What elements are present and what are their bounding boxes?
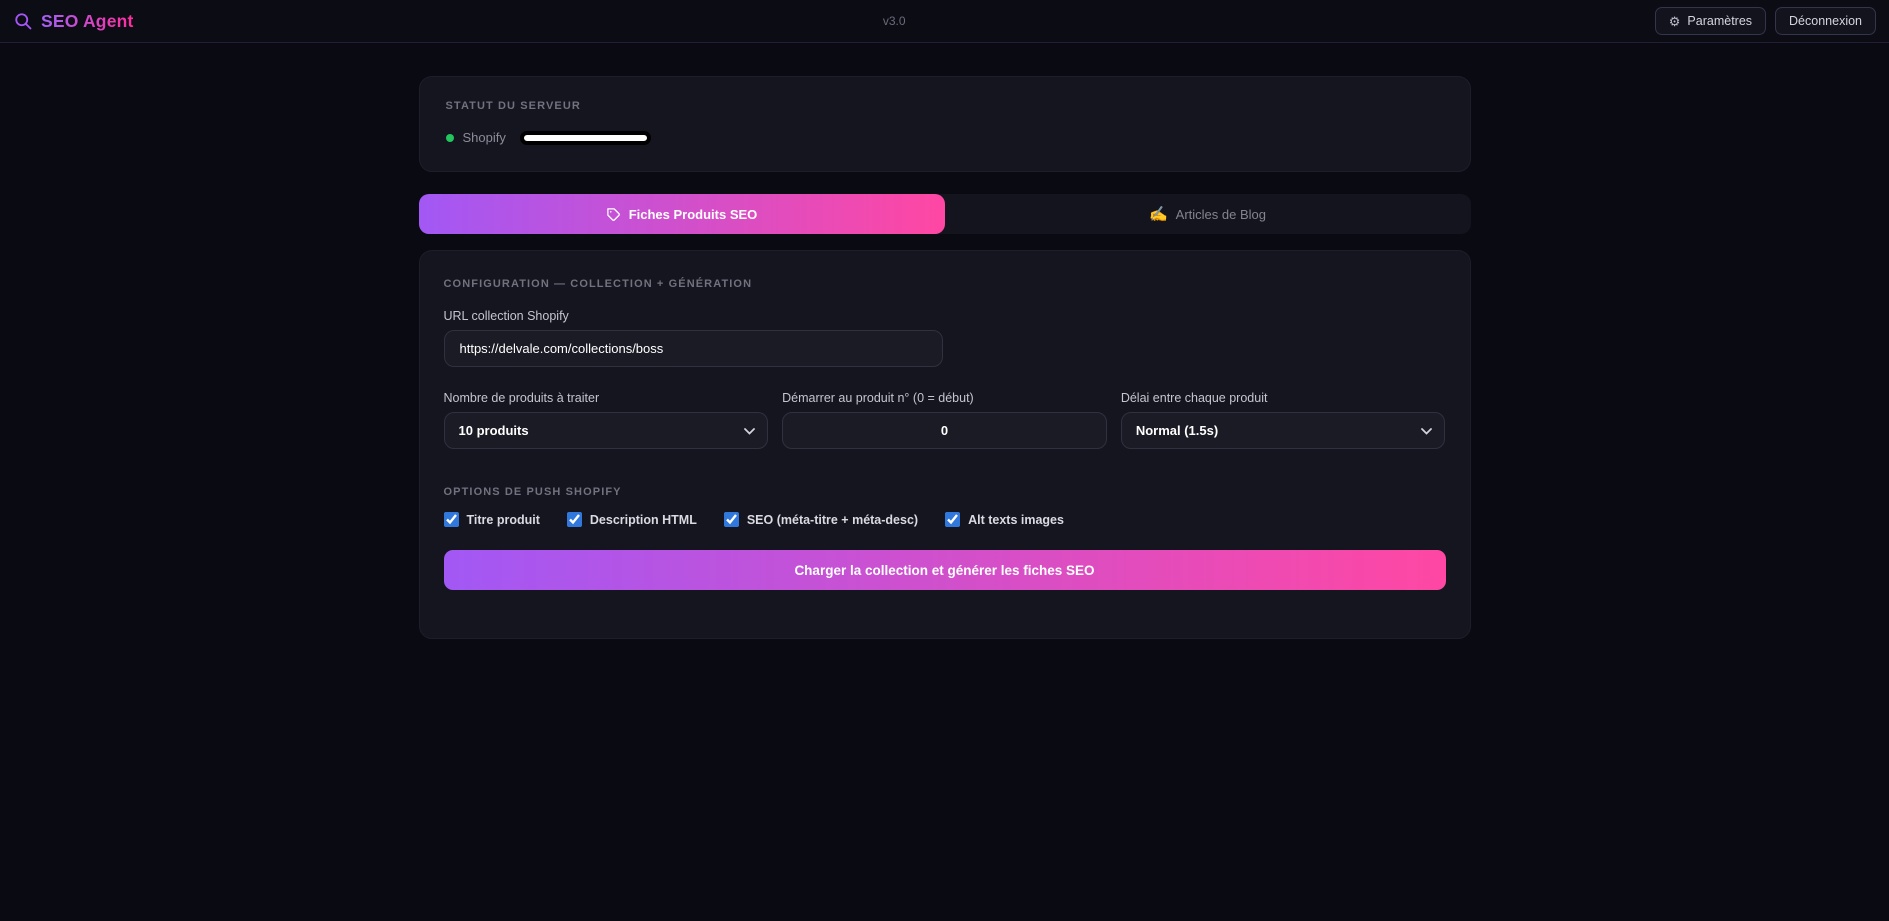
- option-description-html-checkbox[interactable]: [566, 512, 582, 527]
- logout-button[interactable]: Déconnexion: [1775, 7, 1876, 35]
- delay-label: Délai entre chaque produit: [1120, 391, 1268, 405]
- configuration-card: CONFIGURATION — COLLECTION + GÉNÉRATION …: [418, 250, 1471, 639]
- url-field-label: URL collection Shopify: [443, 309, 569, 323]
- push-options-heading: OPTIONS DE PUSH SHOPIFY: [443, 486, 622, 498]
- url-field-block: URL collection Shopify: [443, 309, 1446, 367]
- option-description-html[interactable]: Description HTML: [566, 512, 697, 527]
- gear-icon: ⚙: [1668, 13, 1681, 29]
- config-fields-row: Nombre de produits à traiter 10 produits…: [443, 391, 1446, 449]
- config-card-heading: CONFIGURATION — COLLECTION + GÉNÉRATION: [443, 278, 753, 290]
- start-index-input[interactable]: [782, 412, 1107, 449]
- shopify-status-row: Shopify: [445, 130, 1444, 145]
- logout-button-label: Déconnexion: [1789, 14, 1862, 28]
- settings-button-label: Paramètres: [1687, 14, 1753, 28]
- redacted-value: [519, 130, 651, 145]
- option-alt-texts[interactable]: Alt texts images: [945, 512, 1064, 527]
- option-titre-produit-label: Titre produit: [466, 512, 540, 527]
- option-titre-produit[interactable]: Titre produit: [443, 512, 540, 527]
- option-titre-produit-checkbox[interactable]: [443, 512, 459, 527]
- delay-field: Délai entre chaque produit Normal (1.5s): [1120, 391, 1446, 449]
- app-logo: SEO Agent: [13, 11, 134, 32]
- products-count-field: Nombre de produits à traiter 10 produits: [443, 391, 769, 449]
- settings-button[interactable]: ⚙ Paramètres: [1654, 7, 1767, 35]
- app-version: v3.0: [882, 14, 906, 28]
- topbar: SEO Agent v3.0 ⚙ Paramètres Déconnexion: [0, 0, 1889, 43]
- tab-products-label: Fiches Produits SEO: [628, 206, 758, 222]
- option-seo-meta-checkbox[interactable]: [723, 512, 739, 527]
- start-index-label: Démarrer au produit n° (0 = début): [782, 391, 974, 405]
- status-online-dot: [445, 133, 454, 142]
- tabbar: Fiches Produits SEO ✍ Articles de Blog: [418, 194, 1471, 234]
- app-title: SEO Agent: [41, 10, 134, 31]
- option-alt-texts-checkbox[interactable]: [945, 512, 961, 527]
- push-options-row: Titre produit Description HTML SEO (méta…: [443, 512, 1446, 527]
- delay-select[interactable]: Normal (1.5s): [1120, 412, 1446, 449]
- service-name: Shopify: [462, 130, 506, 145]
- option-description-html-label: Description HTML: [589, 512, 697, 527]
- tab-fiches-produits-seo[interactable]: Fiches Produits SEO: [418, 194, 945, 234]
- tab-blog-label: Articles de Blog: [1175, 206, 1266, 222]
- option-seo-meta[interactable]: SEO (méta-titre + méta-desc): [723, 512, 919, 527]
- generate-seo-button[interactable]: Charger la collection et générer les fic…: [443, 550, 1446, 590]
- option-seo-meta-label: SEO (méta-titre + méta-desc): [746, 512, 919, 527]
- status-card-heading: STATUT DU SERVEUR: [445, 100, 581, 112]
- tab-articles-de-blog[interactable]: ✍ Articles de Blog: [945, 194, 1471, 234]
- topbar-actions: ⚙ Paramètres Déconnexion: [1654, 7, 1876, 35]
- search-icon: [13, 11, 33, 31]
- server-status-card: STATUT DU SERVEUR Shopify: [418, 76, 1471, 172]
- writing-hand-icon: ✍: [1148, 205, 1168, 223]
- start-index-field: Démarrer au produit n° (0 = début): [782, 391, 1107, 449]
- option-alt-texts-label: Alt texts images: [968, 512, 1064, 527]
- products-count-select[interactable]: 10 produits: [443, 412, 769, 449]
- collection-url-input[interactable]: [443, 330, 943, 367]
- tag-icon: [606, 207, 621, 222]
- products-count-label: Nombre de produits à traiter: [443, 391, 600, 405]
- main-content: STATUT DU SERVEUR Shopify Fiches Produit…: [418, 76, 1471, 639]
